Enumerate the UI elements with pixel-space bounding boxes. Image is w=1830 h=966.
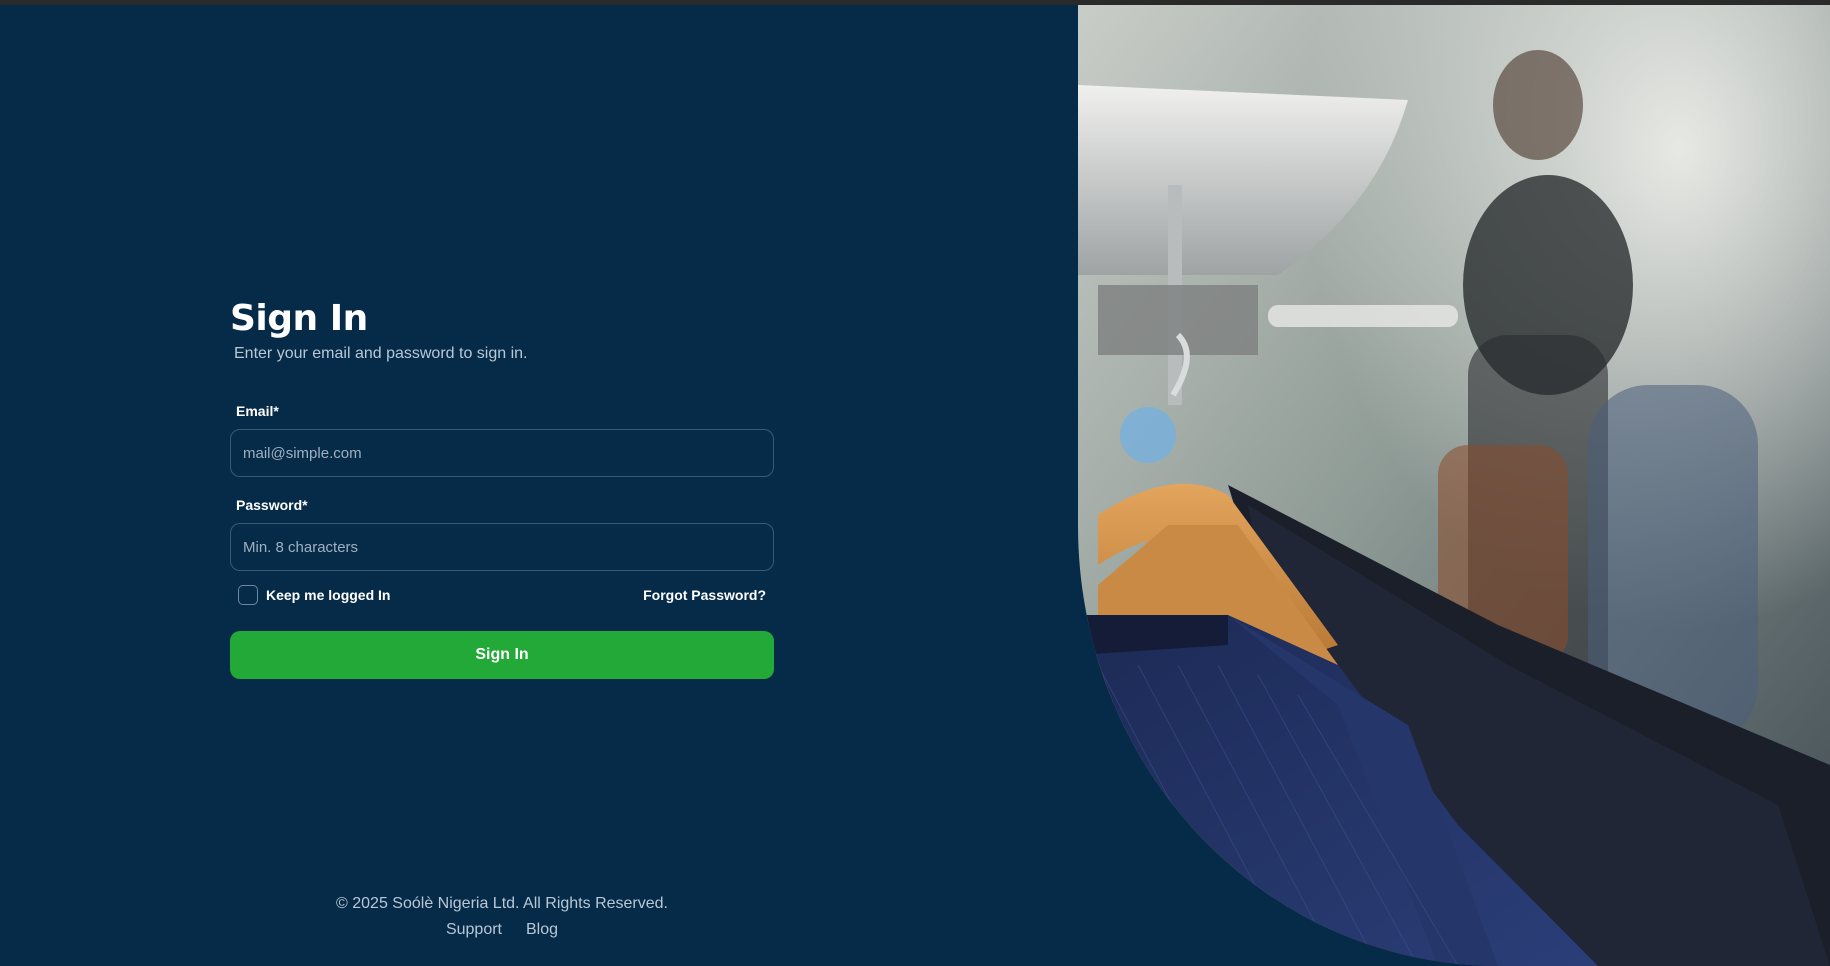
email-label: Email* xyxy=(236,403,279,419)
support-link[interactable]: Support xyxy=(446,921,502,939)
form-options-row: Keep me logged In Forgot Password? xyxy=(230,583,774,607)
email-field[interactable] xyxy=(230,429,774,477)
remember-me[interactable]: Keep me logged In xyxy=(238,585,390,605)
password-field[interactable] xyxy=(230,523,774,571)
page-subtitle: Enter your email and password to sign in… xyxy=(234,345,528,362)
hero-image-panel xyxy=(1078,5,1830,966)
clothing-rack-photo xyxy=(1078,5,1830,966)
remember-me-label[interactable]: Keep me logged In xyxy=(266,587,390,603)
signin-form: Sign In Enter your email and password to… xyxy=(230,298,774,679)
copyright-text: © 2025 Soólè Nigeria Ltd. All Rights Res… xyxy=(336,895,668,912)
signin-button[interactable]: Sign In xyxy=(230,631,774,679)
footer: © 2025 Soólè Nigeria Ltd. All Rights Res… xyxy=(0,895,1004,939)
blog-link[interactable]: Blog xyxy=(526,921,558,939)
page-title: Sign In xyxy=(230,298,368,339)
forgot-password-link[interactable]: Forgot Password? xyxy=(643,587,766,603)
signin-panel: Sign In Enter your email and password to… xyxy=(0,5,1078,966)
footer-links: Support Blog xyxy=(0,921,1004,939)
password-label: Password* xyxy=(236,497,308,513)
remember-me-checkbox[interactable] xyxy=(238,585,258,605)
